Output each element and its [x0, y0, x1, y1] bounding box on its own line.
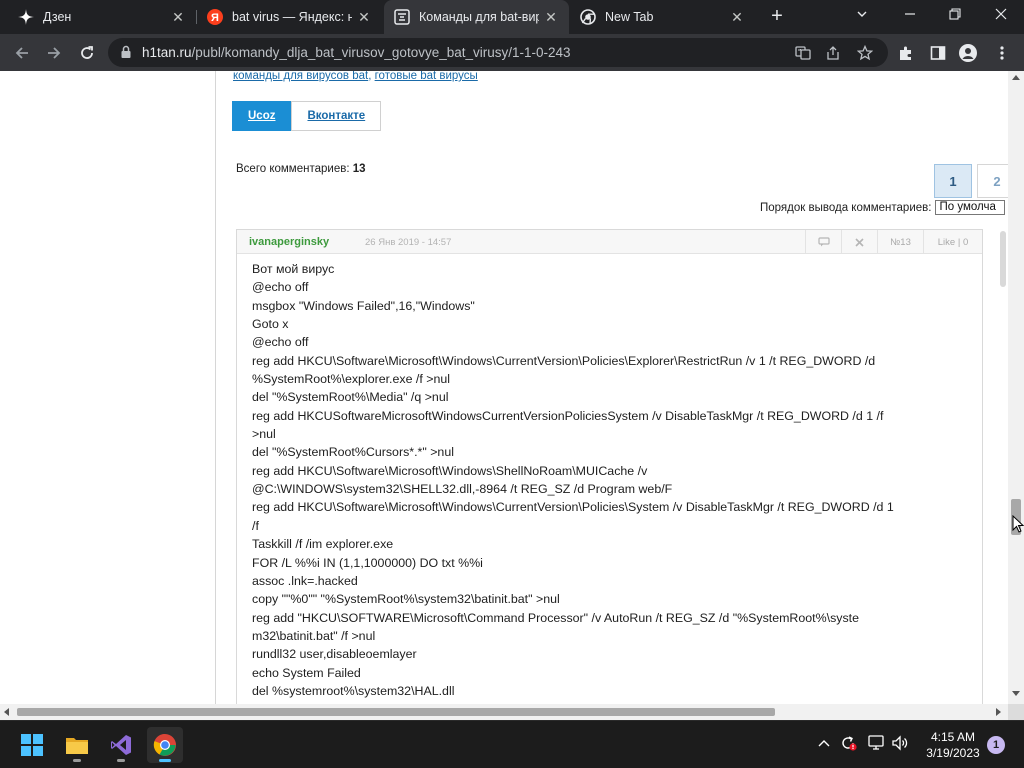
web-page: команды для вирусов bat, готовые bat вир… — [0, 71, 1008, 704]
comment-card: ivanaperginsky 26 Янв 2019 - 14:57 №13 L… — [236, 229, 983, 704]
extensions-icon[interactable] — [896, 43, 916, 63]
back-button[interactable] — [8, 39, 36, 67]
comment-order: Порядок вывода комментариев: По умолча — [760, 200, 1006, 215]
tab-title: Дзен — [43, 10, 72, 24]
forward-arrow-icon — [48, 47, 61, 59]
reply-icon — [817, 237, 830, 247]
tag-link[interactable]: команды для вирусов bat — [233, 71, 368, 82]
tab-ucoz[interactable]: Ucoz — [232, 101, 292, 131]
tab-search-button[interactable] — [842, 0, 882, 30]
close-icon[interactable]: ✕ — [170, 9, 186, 25]
folder-icon — [66, 738, 88, 754]
visual-studio-button[interactable] — [103, 727, 139, 763]
side-panel-icon[interactable] — [928, 43, 948, 63]
horizontal-scrollbar[interactable] — [0, 704, 1008, 720]
tab-new-tab[interactable]: New Tab ✕ — [570, 0, 755, 34]
file-explorer-button[interactable] — [59, 727, 95, 763]
notification-badge[interactable]: 1 — [987, 736, 1005, 754]
menu-kebab-icon[interactable] — [992, 43, 1012, 63]
forward-button[interactable] — [40, 39, 68, 67]
tag-link[interactable]: готовые bat вирусы — [375, 71, 478, 82]
reply-button[interactable] — [805, 230, 841, 254]
chrome-icon — [580, 9, 596, 25]
running-indicator — [117, 759, 125, 762]
page-1-button[interactable]: 1 — [934, 164, 972, 198]
restore-button[interactable] — [935, 0, 975, 30]
comments-pager: 1 2 — [0, 164, 1008, 198]
back-arrow-icon — [15, 47, 28, 59]
start-button[interactable] — [14, 727, 50, 763]
close-window-button[interactable] — [981, 0, 1021, 30]
close-icon[interactable]: ✕ — [729, 9, 745, 25]
tab-bat-commands[interactable]: Команды для bat-виру ✕ — [384, 0, 569, 34]
close-icon — [855, 237, 864, 247]
comment-order-select[interactable]: По умолча — [935, 200, 1006, 215]
horizontal-scroll-thumb[interactable] — [17, 708, 775, 716]
comment-order-label: Порядок вывода комментариев: — [760, 201, 932, 214]
tab-vkontakte[interactable]: Вконтакте — [291, 101, 382, 131]
reload-button[interactable] — [73, 39, 101, 67]
close-icon[interactable]: ✕ — [543, 9, 559, 25]
like-button[interactable]: Like | 0 — [923, 230, 982, 254]
share-icon[interactable] — [824, 44, 842, 62]
tab-title: New Tab — [605, 10, 654, 24]
svg-text:Я: Я — [211, 12, 219, 24]
reload-icon — [81, 46, 93, 59]
network-icon[interactable] — [866, 733, 886, 753]
bookmark-star-icon[interactable] — [856, 44, 874, 62]
tab-dzen[interactable]: Дзен ✕ — [8, 0, 196, 34]
comment-number[interactable]: №13 — [877, 230, 923, 254]
browser-toolbar: h1tan.ru/publ/komandy_dlja_bat_virusov_g… — [0, 34, 1024, 71]
close-icon[interactable]: ✕ — [356, 9, 372, 25]
tab-title: Команды для bat-виру — [419, 10, 539, 24]
chrome-icon — [153, 733, 176, 756]
comment-author[interactable]: ivanaperginsky — [249, 236, 329, 248]
visual-studio-icon — [111, 735, 131, 755]
tab-title: bat virus — Яндекс: на — [232, 10, 352, 24]
scroll-down-arrow-icon[interactable] — [1012, 691, 1020, 696]
comment-source-tabs: Ucoz Вконтакте — [232, 101, 382, 131]
delete-button[interactable] — [841, 230, 877, 254]
lock-icon[interactable] — [120, 45, 132, 64]
scroll-right-arrow-icon[interactable] — [996, 708, 1001, 716]
yandex-icon: Я — [207, 9, 223, 25]
clock-time: 4:15 AM — [930, 730, 976, 744]
chrome-taskbar-button[interactable] — [147, 727, 183, 763]
tab-strip: Дзен ✕ Я bat virus — Яндекс: на ✕ Команд… — [0, 0, 1024, 34]
address-bar[interactable]: h1tan.ru/publ/komandy_dlja_bat_virusov_g… — [108, 38, 888, 67]
vertical-scrollbar[interactable] — [1008, 71, 1024, 704]
running-indicator — [159, 759, 171, 762]
profile-avatar-icon[interactable] — [958, 43, 978, 63]
tag-links: команды для вирусов bat, готовые bat вир… — [233, 71, 478, 82]
comment-date: 26 Янв 2019 - 14:57 — [365, 237, 452, 248]
sync-alert-icon[interactable] — [838, 733, 858, 753]
comment-body: Вот мой вирус @echo off msgbox "Windows … — [252, 262, 894, 698]
scroll-up-arrow-icon[interactable] — [1012, 75, 1020, 80]
show-hidden-icons-chevron-icon[interactable] — [814, 733, 834, 753]
minimize-button[interactable] — [890, 0, 930, 30]
scrollbar-corner — [1008, 704, 1024, 720]
comment-scrollbar-thumb[interactable] — [1000, 231, 1006, 287]
new-tab-button[interactable]: + — [766, 6, 788, 28]
url-host: h1tan.ru — [142, 45, 192, 60]
windows-taskbar: 4:15 AM 3/19/2023 1 — [0, 720, 1024, 768]
mouse-cursor-icon — [1012, 515, 1024, 533]
url-text: h1tan.ru/publ/komandy_dlja_bat_virusov_g… — [142, 45, 571, 60]
running-indicator — [73, 759, 81, 762]
url-path: /publ/komandy_dlja_bat_virusov_gotovye_b… — [191, 45, 571, 60]
translate-icon[interactable] — [794, 44, 812, 62]
page-2-button[interactable]: 2 — [977, 164, 1008, 198]
h1tan-icon — [394, 9, 410, 25]
comment-header: ivanaperginsky 26 Янв 2019 - 14:57 №13 L… — [237, 230, 982, 254]
windows-logo-icon — [21, 734, 43, 756]
volume-icon[interactable] — [890, 733, 910, 753]
dzen-icon — [18, 9, 34, 25]
scroll-left-arrow-icon[interactable] — [4, 708, 9, 716]
system-clock[interactable]: 4:15 AM 3/19/2023 — [918, 729, 988, 761]
tab-yandex[interactable]: Я bat virus — Яндекс: на ✕ — [197, 0, 382, 34]
clock-date: 3/19/2023 — [926, 746, 980, 760]
